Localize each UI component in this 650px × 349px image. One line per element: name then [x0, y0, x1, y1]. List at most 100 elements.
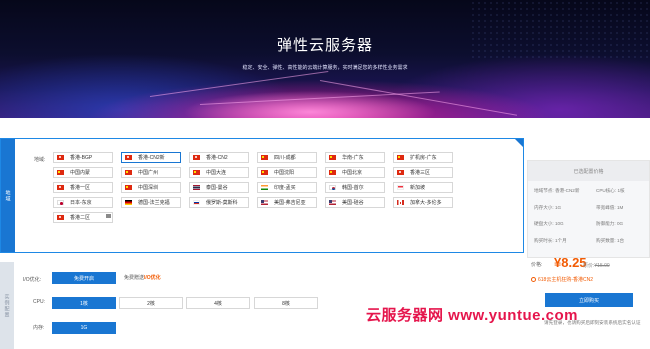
io-label: I/O优化: — [23, 277, 42, 283]
region-option[interactable]: 扩机房-广东 — [393, 152, 453, 163]
spec-cpu: CPU核心: 1核 — [596, 188, 625, 193]
light-beam — [199, 91, 440, 105]
io-note-highlight: I/O优化 — [144, 275, 161, 281]
hk-flag-icon — [125, 155, 132, 160]
region-option-label: 新加坡 — [410, 185, 426, 191]
region-option-label: 中国北京 — [342, 170, 363, 176]
region-option[interactable]: 四川-成都 — [257, 152, 317, 163]
region-option[interactable]: 香港-CN2 — [189, 152, 249, 163]
region-option[interactable]: 中国内蒙 — [53, 167, 113, 178]
region-option[interactable]: 加拿大-多伦多 — [393, 197, 453, 208]
region-option-label: 中国深圳 — [138, 185, 159, 191]
us-flag-icon — [329, 200, 336, 205]
jp-flag-icon — [57, 200, 64, 205]
cn-flag-icon — [125, 170, 132, 175]
region-option-label: 印度-孟买 — [274, 185, 296, 191]
memory-label: 内存: — [33, 325, 45, 331]
region-option[interactable]: 泰国-曼谷 — [189, 182, 249, 193]
sg-flag-icon — [397, 185, 404, 190]
region-option-label: 四川-成都 — [274, 155, 296, 161]
cpu-option-1[interactable]: 1核 — [52, 297, 116, 309]
region-side-tab: 地域 — [1, 139, 15, 252]
spec-disk: 硬盘大小: 10G — [534, 221, 564, 226]
region-option[interactable]: 香港-BGP — [53, 152, 113, 163]
region-option[interactable]: 华南-广东 — [325, 152, 385, 163]
original-price: 原价:¥15.00 — [583, 263, 610, 269]
region-option-label: 中国内蒙 — [70, 170, 91, 176]
region-option[interactable]: 香港二区 — [53, 212, 113, 223]
cn-flag-icon — [193, 170, 200, 175]
region-option-label: 泰国-曼谷 — [206, 185, 228, 191]
hk-flag-icon — [397, 170, 404, 175]
cn-flag-icon — [329, 155, 336, 160]
ca-flag-icon — [397, 200, 404, 205]
spec-memory: 内存大小: 1G — [534, 205, 562, 210]
th-flag-icon — [193, 185, 200, 190]
io-note: 免费赠送I/O优化 — [124, 275, 161, 281]
region-option[interactable]: 中国广州 — [121, 167, 181, 178]
region-option-label: 加拿大-多伦多 — [410, 200, 442, 206]
summary-header: 已选配置价格 — [528, 161, 649, 181]
region-grid: 香港-BGP 香港-CN2新 香港-CN2 四川-成都 华南-广东 扩机房-广东 中国内蒙中… — [53, 152, 453, 223]
cn-flag-icon — [397, 155, 404, 160]
cn-flag-icon — [329, 170, 336, 175]
price-label: 价格: — [531, 262, 543, 268]
region-option-label: 香港三区 — [410, 170, 431, 176]
region-option[interactable]: 美国-硅谷 — [325, 197, 385, 208]
region-option[interactable]: 韩国-首尔 — [325, 182, 385, 193]
region-option-label: 日本-东京 — [70, 200, 92, 206]
region-option-label: 中国大连 — [206, 170, 227, 176]
in-flag-icon — [261, 185, 268, 190]
memory-option-1g[interactable]: 1G — [52, 322, 116, 334]
region-option-label: 德国-法兰克福 — [138, 200, 170, 206]
panel-corner-marker — [515, 139, 523, 147]
de-flag-icon — [125, 200, 132, 205]
us-flag-icon — [261, 200, 268, 205]
cn-flag-icon — [57, 170, 64, 175]
region-option-label: 香港-CN2新 — [138, 155, 165, 161]
page-subtitle: 稳定、安全、弹性、高性能的云端计算服务，实时满足您的多样性业务需求 — [242, 65, 408, 71]
region-option-label: 华南-广东 — [342, 155, 364, 161]
region-option-label: 中国沈阳 — [274, 170, 295, 176]
cn-flag-icon — [125, 185, 132, 190]
light-beam — [319, 80, 518, 116]
region-option-label: 美国-硅谷 — [342, 200, 364, 206]
region-option[interactable]: 香港三区 — [393, 167, 453, 178]
region-option[interactable]: 中国北京 — [325, 167, 385, 178]
hk-flag-icon — [57, 215, 64, 220]
region-option[interactable]: 香港-CN2新 — [121, 152, 181, 163]
region-option[interactable]: 中国沈阳 — [257, 167, 317, 178]
spec-defense: 防御能力: 0G — [596, 221, 624, 226]
cn-flag-icon — [261, 170, 268, 175]
region-option[interactable]: 新加坡 — [393, 182, 453, 193]
region-field-label: 地域: — [34, 157, 46, 163]
region-option[interactable]: 俄罗斯-莫斯科 — [189, 197, 249, 208]
current-price: ¥8.25 — [554, 255, 587, 270]
hk-flag-icon — [57, 155, 64, 160]
io-enable-button[interactable]: 免费开启 — [52, 272, 116, 284]
region-panel: 地域 地域: 香港-BGP 香港-CN2新 香港-CN2 四川-成都 华南-广东 扩机房-… — [0, 138, 524, 253]
spec-duration: 购买时长: 1个月 — [534, 238, 567, 243]
coupon-note[interactable]: 618云主机狂购-香港CN2 — [531, 276, 593, 283]
region-option[interactable]: 中国深圳 — [121, 182, 181, 193]
ru-flag-icon — [193, 200, 200, 205]
spec-region: 地域节点: 香港-CN2新 — [534, 188, 580, 193]
region-option-label: 香港二区 — [70, 215, 91, 221]
coupon-icon — [531, 277, 536, 282]
region-option[interactable]: 日本-东京 — [53, 197, 113, 208]
cpu-option-2[interactable]: 2核 — [119, 297, 183, 309]
cpu-option-4[interactable]: 4核 — [186, 297, 250, 309]
region-option[interactable]: 中国大连 — [189, 167, 249, 178]
price-summary-panel: 已选配置价格 地域节点: 香港-CN2新 CPU核心: 1核 内存大小: 1G … — [527, 160, 650, 258]
region-option[interactable]: 美国-弗吉尼亚 — [257, 197, 317, 208]
kr-flag-icon — [329, 185, 336, 190]
region-option[interactable]: 德国-法兰克福 — [121, 197, 181, 208]
page-title: 弹性云服务器 — [276, 37, 373, 54]
cn-flag-icon — [261, 155, 268, 160]
cpu-option-8[interactable]: 8核 — [254, 297, 318, 309]
hero-banner: 弹性云服务器 稳定、安全、弹性、高性能的云端计算服务，实时满足您的多样性业务需求 — [0, 0, 650, 118]
config-side-tab: 实例配置 — [0, 262, 14, 349]
region-option-label: 扩机房-广东 — [410, 155, 437, 161]
region-option[interactable]: 香港一区 — [53, 182, 113, 193]
region-option[interactable]: 印度-孟买 — [257, 182, 317, 193]
